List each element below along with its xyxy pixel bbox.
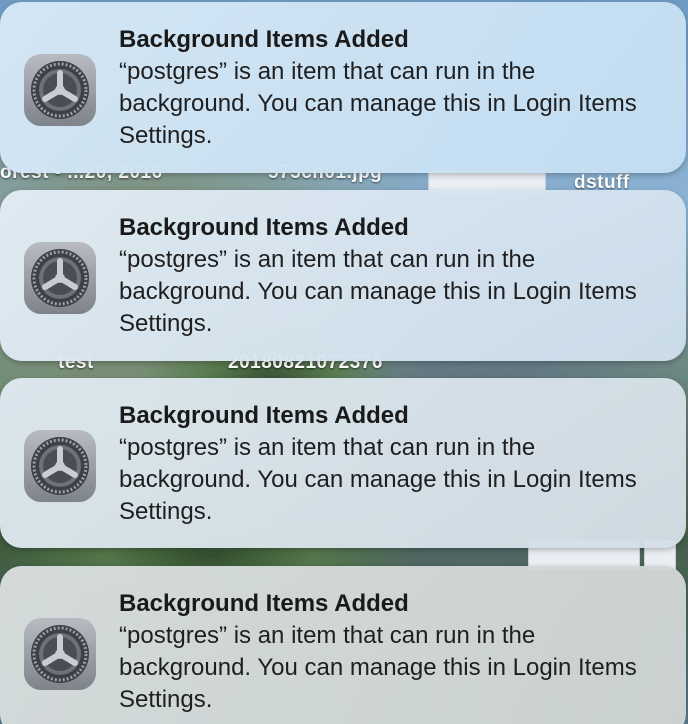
notification-title: Background Items Added — [119, 214, 409, 241]
notification-body: “postgres” is an item that can run in th… — [119, 58, 637, 149]
gear-icon — [22, 52, 98, 128]
notification-card[interactable]: Background Items Added “postgres” is an … — [0, 566, 686, 724]
notification-card[interactable]: Background Items Added “postgres” is an … — [0, 378, 686, 548]
gear-icon — [22, 428, 98, 504]
gear-icon — [22, 616, 98, 692]
notification-body: “postgres” is an item that can run in th… — [119, 434, 637, 525]
notification-body: “postgres” is an item that can run in th… — [119, 622, 637, 713]
notification-card[interactable]: Background Items Added “postgres” is an … — [0, 190, 686, 361]
notification-body: “postgres” is an item that can run in th… — [119, 246, 637, 337]
notification-card[interactable]: Background Items Added “postgres” is an … — [0, 2, 686, 173]
gear-icon — [22, 240, 98, 316]
notification-title: Background Items Added — [119, 402, 409, 429]
notification-title: Background Items Added — [119, 590, 409, 617]
notification-title: Background Items Added — [119, 26, 409, 53]
